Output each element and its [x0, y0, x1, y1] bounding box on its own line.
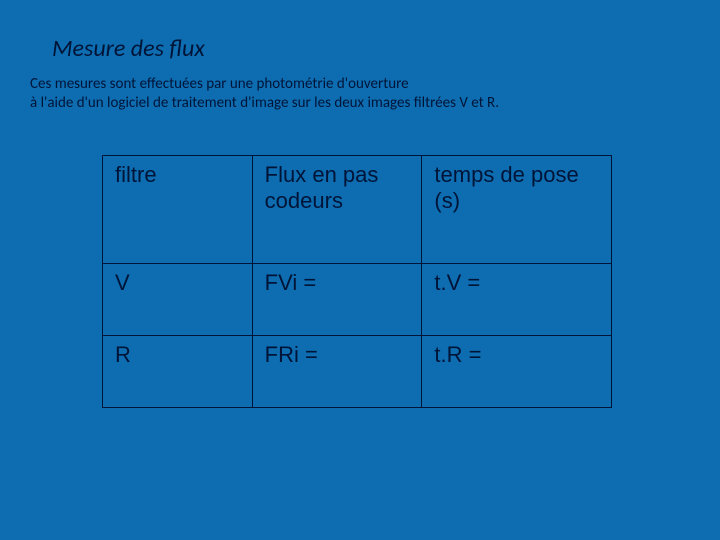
cell-flux-r: FRi = — [252, 335, 422, 407]
slide-title: Mesure des flux — [52, 34, 690, 63]
flux-table: filtre Flux en pas codeurs temps de pose… — [102, 155, 612, 408]
table-row: R FRi = t.R = — [103, 335, 612, 407]
table-row: V FVi = t.V = — [103, 263, 612, 335]
description-line-2: à l'aide d'un logiciel de traitement d'i… — [30, 94, 499, 112]
description-line-1: Ces mesures sont effectuées par une phot… — [30, 75, 409, 93]
header-filtre: filtre — [103, 155, 253, 263]
header-temps: temps de pose (s) — [422, 155, 612, 263]
table-header-row: filtre Flux en pas codeurs temps de pose… — [103, 155, 612, 263]
cell-filtre-v: V — [103, 263, 253, 335]
cell-temps-v: t.V = — [422, 263, 612, 335]
header-flux: Flux en pas codeurs — [252, 155, 422, 263]
cell-temps-r: t.R = — [422, 335, 612, 407]
cell-filtre-r: R — [103, 335, 253, 407]
cell-flux-v: FVi = — [252, 263, 422, 335]
slide-description: Ces mesures sont effectuées par une phot… — [30, 75, 690, 113]
